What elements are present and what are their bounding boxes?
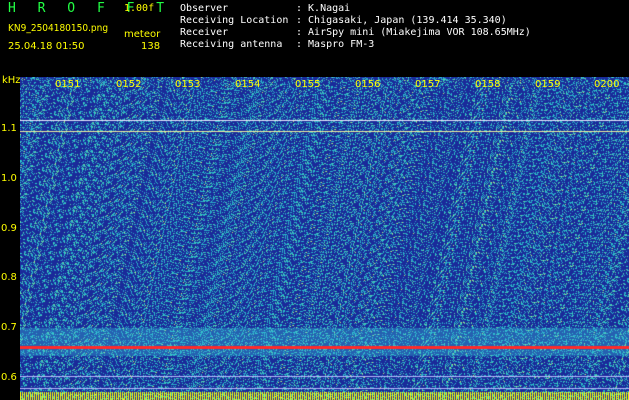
receiver-value: : AirSpy mini (Miakejima VOR 108.65MHz) <box>296 27 531 38</box>
observer-value: : K.Nagai <box>296 3 351 14</box>
location-label: Receiving Location <box>180 15 289 26</box>
antenna-value: : Maspro FM-3 <box>296 39 375 50</box>
observer-label: Observer <box>180 3 229 14</box>
y-tick-label: 0.7 <box>1 322 17 333</box>
time-tick-label: 0155 <box>295 79 321 90</box>
file-name: KN9_2504180150.png <box>8 23 109 34</box>
mode-label: meteor <box>124 29 161 40</box>
y-axis-unit: kHz <box>2 75 21 86</box>
date-time: 25.04.18 01:50 <box>8 41 85 52</box>
detection-count: 138 <box>141 41 161 52</box>
time-tick-label: 0158 <box>475 79 501 90</box>
app-version: 1.00f <box>124 3 155 14</box>
y-tick-label: 0.6 <box>1 372 17 383</box>
antenna-label: Receiving antenna <box>180 39 283 50</box>
time-tick-label: 0154 <box>235 79 261 90</box>
time-tick-label: 0151 <box>55 79 81 90</box>
time-tick-label: 0157 <box>415 79 441 90</box>
header: H R O F F T 1.00f KN9_2504180150.png met… <box>0 0 629 75</box>
y-tick-label: 1.0 <box>1 173 17 184</box>
time-tick-label: 0153 <box>175 79 201 90</box>
spectrogram <box>20 77 629 400</box>
receiver-label: Receiver <box>180 27 229 38</box>
time-tick-label: 0159 <box>535 79 561 90</box>
time-tick-label: 0156 <box>355 79 381 90</box>
time-tick-label: 0152 <box>116 79 142 90</box>
time-tick-label: 0200 <box>594 79 620 90</box>
y-tick-label: 0.9 <box>1 223 17 234</box>
y-tick-label: 1.1 <box>1 123 17 134</box>
location-value: : Chigasaki, Japan (139.414 35.340) <box>296 15 507 26</box>
y-tick-label: 0.8 <box>1 272 17 283</box>
